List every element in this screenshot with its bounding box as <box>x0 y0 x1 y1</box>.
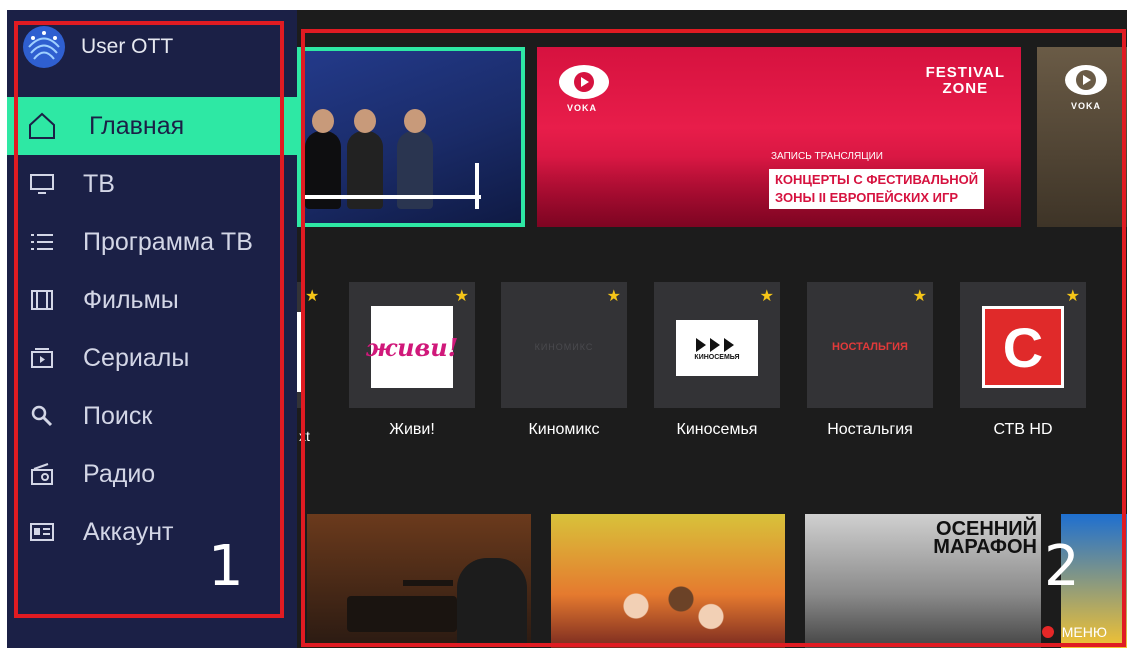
annotation-label-1: 1 <box>208 534 244 599</box>
annotation-box-1 <box>14 21 284 618</box>
annotation-box-2 <box>301 29 1126 647</box>
annotation-label-2: 2 <box>1044 534 1080 599</box>
